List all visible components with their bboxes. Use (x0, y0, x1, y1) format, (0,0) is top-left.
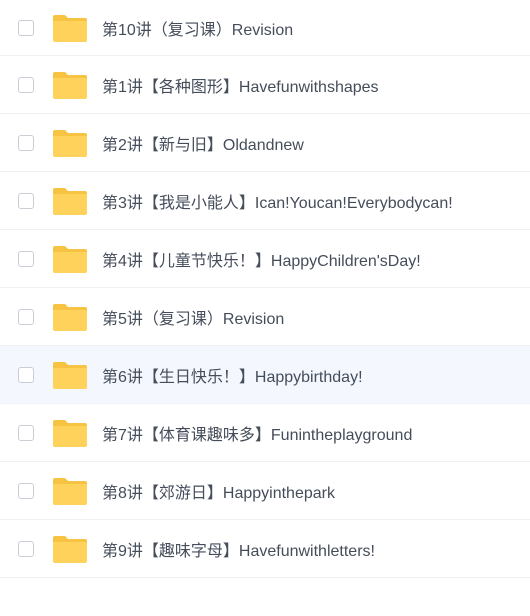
row-checkbox[interactable] (18, 308, 34, 325)
row-checkbox[interactable] (18, 424, 34, 441)
row-checkbox[interactable] (18, 482, 34, 499)
file-row[interactable]: 第10讲（复习课）Revision (0, 0, 530, 56)
folder-icon (52, 128, 88, 158)
folder-icon (52, 534, 88, 564)
row-checkbox[interactable] (18, 19, 34, 36)
file-row[interactable]: 第9讲【趣味字母】Havefunwithletters! (0, 520, 530, 578)
row-checkbox[interactable] (18, 134, 34, 151)
folder-name[interactable]: 第8讲【郊游日】Happyinthepark (102, 479, 335, 503)
folder-icon (52, 244, 88, 274)
folder-icon (52, 186, 88, 216)
folder-icon (52, 13, 88, 43)
folder-name[interactable]: 第9讲【趣味字母】Havefunwithletters! (102, 537, 375, 561)
folder-icon (52, 418, 88, 448)
file-list: 第10讲（复习课）Revision 第1讲【各种图形】Havefunwithsh… (0, 0, 530, 616)
file-row[interactable]: 第5讲（复习课）Revision (0, 288, 530, 346)
row-checkbox[interactable] (18, 540, 34, 557)
row-checkbox[interactable] (18, 76, 34, 93)
folder-icon (52, 476, 88, 506)
folder-icon (52, 70, 88, 100)
file-row[interactable]: 第3讲【我是小能人】Ican!Youcan!Everybodycan! (0, 172, 530, 230)
file-row[interactable]: 第7讲【体育课趣味多】Funintheplayground (0, 404, 530, 462)
file-row[interactable]: 第6讲【生日快乐！】Happybirthday! (0, 346, 530, 404)
file-row[interactable]: 第1讲【各种图形】Havefunwithshapes (0, 56, 530, 114)
folder-name[interactable]: 第4讲【儿童节快乐！】HappyChildren'sDay! (102, 247, 421, 271)
row-checkbox[interactable] (18, 250, 34, 267)
folder-name[interactable]: 第5讲（复习课）Revision (102, 305, 284, 329)
file-row[interactable]: 第8讲【郊游日】Happyinthepark (0, 462, 530, 520)
row-checkbox[interactable] (18, 192, 34, 209)
file-row[interactable]: 第2讲【新与旧】Oldandnew (0, 114, 530, 172)
folder-name[interactable]: 第7讲【体育课趣味多】Funintheplayground (102, 421, 412, 445)
file-row[interactable]: 第4讲【儿童节快乐！】HappyChildren'sDay! (0, 230, 530, 288)
folder-name[interactable]: 第3讲【我是小能人】Ican!Youcan!Everybodycan! (102, 189, 453, 213)
folder-name[interactable]: 第1讲【各种图形】Havefunwithshapes (102, 73, 379, 97)
folder-icon (52, 360, 88, 390)
row-checkbox[interactable] (18, 366, 34, 383)
folder-name[interactable]: 第10讲（复习课）Revision (102, 16, 293, 40)
folder-name[interactable]: 第2讲【新与旧】Oldandnew (102, 131, 304, 155)
folder-name[interactable]: 第6讲【生日快乐！】Happybirthday! (102, 363, 363, 387)
folder-icon (52, 302, 88, 332)
